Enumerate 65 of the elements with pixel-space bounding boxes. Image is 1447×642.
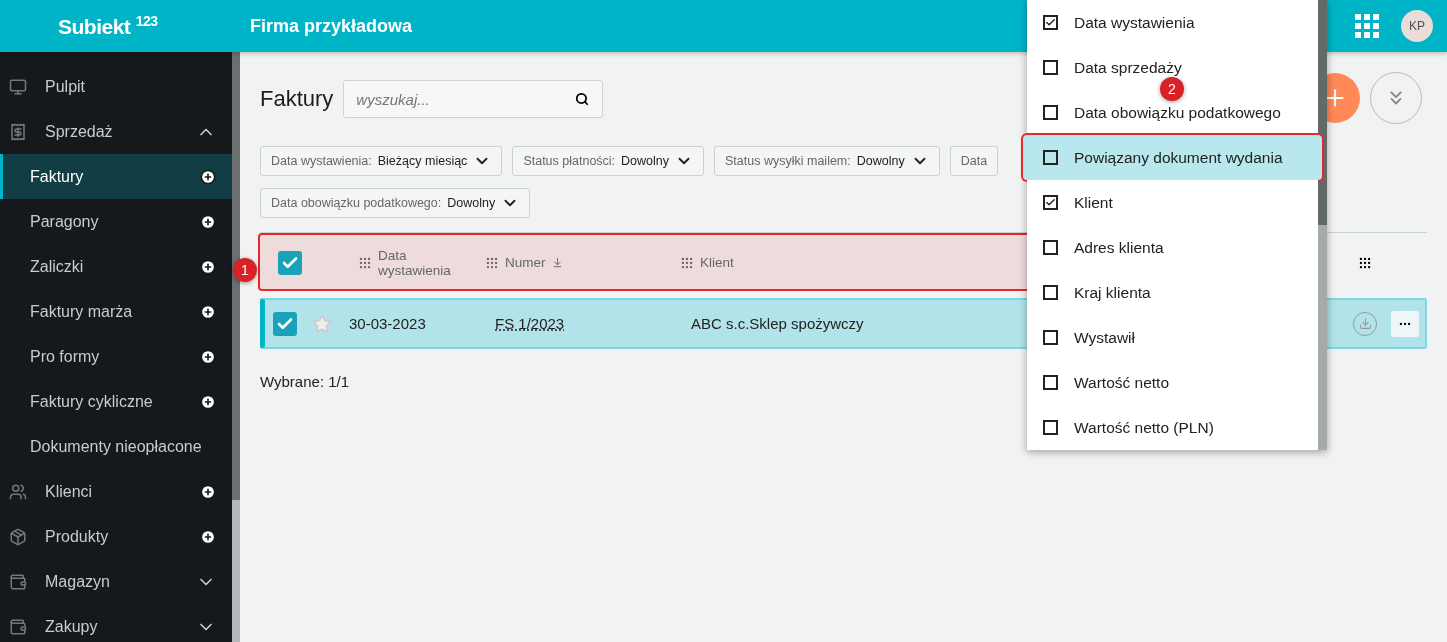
sidebar-item[interactable]: Klienci: [0, 469, 232, 514]
checkbox[interactable]: [1043, 240, 1058, 255]
sidebar-item[interactable]: Produkty: [0, 514, 232, 559]
add-icon[interactable]: [200, 213, 216, 230]
scrollbar[interactable]: [1318, 0, 1327, 450]
sidebar-item[interactable]: Paragony: [0, 199, 232, 244]
menu-section-icon: [9, 527, 27, 546]
add-icon[interactable]: [200, 258, 216, 275]
checkbox[interactable]: [1043, 60, 1058, 75]
sidebar-item[interactable]: Zakupy: [0, 604, 232, 642]
drag-handle-icon[interactable]: [680, 255, 694, 270]
scrollbar[interactable]: [232, 52, 240, 642]
menu-section-icon: [9, 122, 27, 141]
star-icon[interactable]: [312, 313, 332, 334]
add-icon[interactable]: [200, 528, 216, 545]
filter-dropdown[interactable]: Data wystawienia: Bieżący miesiąc: [260, 146, 503, 176]
filter-dropdown[interactable]: Status wysyłki mailem: Dowolny: [714, 146, 940, 176]
invoice-link[interactable]: FS 1/2023: [495, 315, 691, 332]
drag-handle-icon[interactable]: [485, 255, 499, 270]
checkbox[interactable]: [1043, 375, 1058, 390]
filter-dropdown[interactable]: Status płatności: Dowolny: [512, 146, 705, 176]
search-field[interactable]: wyszukaj...: [343, 80, 604, 118]
menu-section-icon: [9, 77, 27, 96]
selection-count: Wybrane: 1/1: [260, 373, 350, 390]
sort-icon[interactable]: [551, 257, 563, 268]
page-title: Faktury: [260, 86, 334, 112]
add-icon[interactable]: [200, 168, 216, 185]
checkbox[interactable]: [1043, 150, 1058, 165]
sidebar-item[interactable]: Faktury marża: [0, 289, 232, 334]
sidebar-item[interactable]: Pulpit: [0, 64, 232, 109]
sidebar-item[interactable]: Magazyn: [0, 559, 232, 604]
add-icon[interactable]: [200, 348, 216, 365]
drag-handle-icon[interactable]: [358, 255, 372, 270]
checkbox[interactable]: [1043, 105, 1058, 120]
filter-dropdown[interactable]: Data obowiązku podatkowego: Dowolny: [260, 188, 531, 218]
sidebar-item[interactable]: Sprzedaż: [0, 109, 232, 154]
menu-section-icon: [9, 572, 27, 591]
menu-section-icon: [9, 617, 27, 636]
menu-item[interactable]: Wartość netto (PLN): [1027, 405, 1318, 450]
checkbox[interactable]: [1043, 330, 1058, 345]
table-cell-text: 30-03-2023: [349, 315, 427, 332]
table-cell-text: ABC s.c.Sklep spożywczy: [691, 315, 865, 332]
menu-section-icon: [9, 482, 27, 501]
checkbox[interactable]: [1043, 420, 1058, 435]
menu-item[interactable]: Data wystawienia: [1027, 0, 1318, 45]
column-header[interactable]: Data wystawienia: [378, 247, 468, 278]
checkbox[interactable]: [1043, 285, 1058, 300]
filter-dropdown[interactable]: Data: [949, 146, 999, 176]
drag-handle-icon[interactable]: [1358, 255, 1372, 270]
callout-badge: 1: [233, 258, 257, 282]
company-name: Firma przykładowa: [250, 15, 413, 37]
column-header[interactable]: Klient: [700, 255, 734, 270]
sidebar-item[interactable]: Pro formy: [0, 334, 232, 379]
sidebar-item[interactable]: Zaliczki: [0, 244, 232, 289]
search-icon[interactable]: [575, 92, 590, 106]
user-avatar[interactable]: KP: [1401, 10, 1433, 42]
sidebar-item[interactable]: Faktury: [0, 154, 232, 199]
sidebar-item[interactable]: Faktury cykliczne: [0, 379, 232, 424]
add-icon[interactable]: [200, 483, 216, 500]
add-icon[interactable]: [200, 393, 216, 410]
add-icon[interactable]: [200, 303, 216, 320]
column-header[interactable]: Numer: [505, 255, 546, 270]
sidebar-item[interactable]: Dokumenty nieopłacone: [0, 424, 232, 469]
menu-item[interactable]: Powiązany dokument wydania: [1023, 135, 1322, 180]
logo: Subiekt $^{123}$: [58, 13, 159, 39]
